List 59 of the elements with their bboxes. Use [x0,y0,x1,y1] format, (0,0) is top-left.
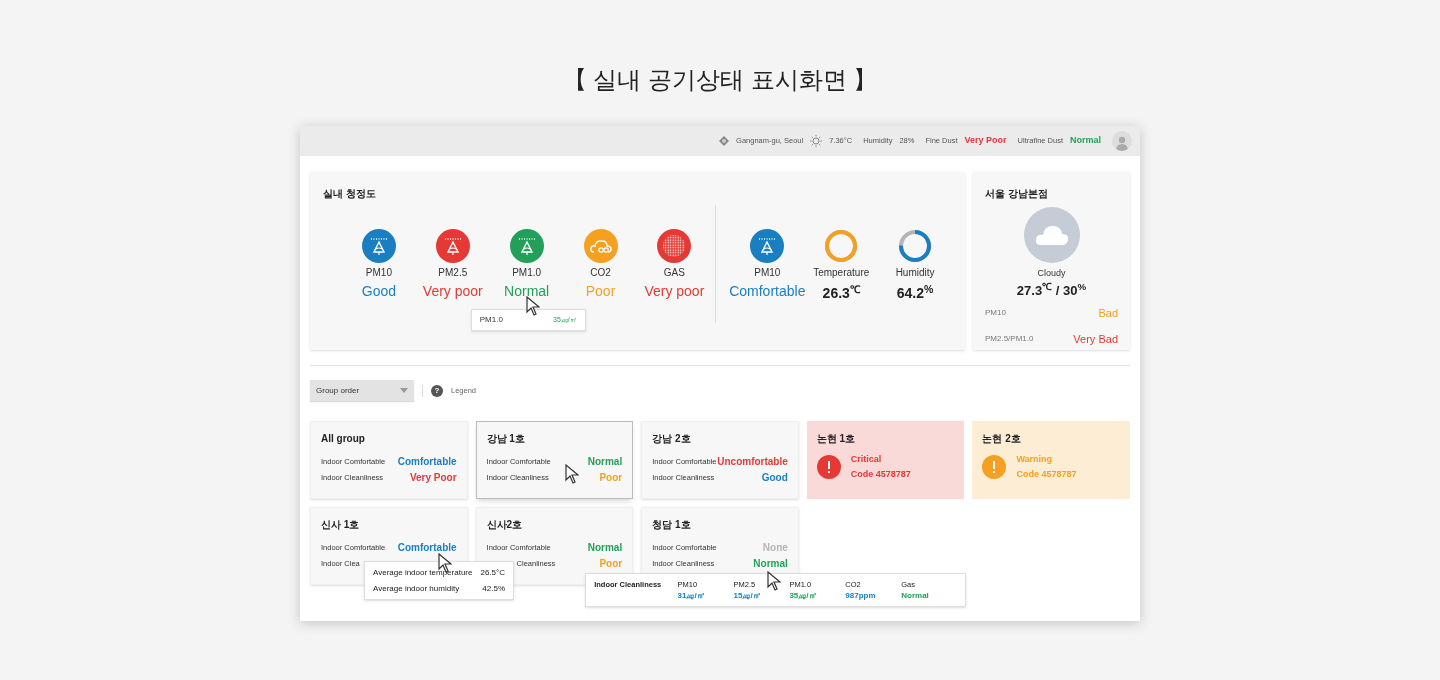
tooltip-value: 35㎍/㎥ [789,590,817,603]
weather-reading: 27.3$^{℃}$ / 30$^{%}$ [1016,280,1087,300]
group-name: 논현 1호 [816,432,857,446]
row-value: Comfortable [397,455,457,469]
tooltip-value: 15㎍/㎥ [733,590,761,603]
fine-dust-value: Very Poor [964,134,1007,148]
metric-value: Good [361,282,397,301]
card-title: 서울 강남본점 [985,187,1049,201]
row-value: Comfortable [397,541,457,555]
tooltip-value: Normal [901,590,929,603]
panel-title: 실내 청정도 [323,187,377,201]
group-name: 청담 1호 [652,518,692,532]
alert-text: Code 4578787 [1016,467,1077,481]
metric-value: Very poor [422,282,483,301]
metric-label: PM10 [365,266,392,280]
tooltip-label: Average indoor humidity [373,582,460,595]
tooltip-value: 26.5°C [480,566,505,579]
row-value: Normal [587,541,623,555]
row-value: Good [761,471,788,485]
row-label: PM10 [985,307,1006,320]
metric-label: PM10 [754,266,781,280]
row-value: Normal [753,557,788,571]
tooltip-value: 987ppm [845,590,876,603]
metric-label: GAS [663,266,685,280]
tooltip-value: 31㎍/㎥ [677,590,705,603]
tooltip-value: 42.5% [482,582,505,595]
alert-text: Critical [850,453,883,466]
row-label: PM2.5/PM1.0 [985,332,1034,345]
row-value: Poor [599,557,623,571]
row-value: Very Bad [1073,331,1118,347]
row-value: Poor [599,471,623,485]
group-name: 논현 2호 [982,432,1022,446]
metric-value: Very poor [644,282,705,301]
metric-label: PM2.5 [438,266,468,280]
metric-value: Comfortable [729,282,806,301]
alert-text: Warning [1016,453,1054,466]
row-value: Normal [587,455,623,469]
metric-label: CO2 [590,266,611,280]
group-name: 신사2호 [486,518,524,532]
row-value: Bad [1098,306,1118,321]
metric-value: Normal [504,282,550,301]
group-name: All group [321,432,366,446]
metric-value: 26.3$^{℃}$ [822,283,860,303]
group-name: 강남 2호 [652,432,692,446]
tooltip-label: PM1.0 [479,314,503,326]
page-title: 【 실내 공기상태 표시화면 】 [562,65,878,94]
metric-label: PM1.0 [512,266,542,280]
row-value: Uncomfortable [717,455,788,469]
metric-value: Poor [585,282,616,301]
alert-text: Code 4578787 [850,467,911,481]
metric-label: Humidity [895,266,935,280]
ultrafine-dust-value: Normal [1070,134,1101,148]
weather-condition: Cloudy [1037,267,1066,280]
group-name: 신사 1호 [321,518,361,532]
metric-label: Temperature [813,266,870,280]
row-value: Very Poor [409,471,457,485]
row-value: None [762,541,788,555]
group-name: 강남 1호 [486,432,526,446]
metric-value: 64.2$^{%}$ [896,283,934,303]
